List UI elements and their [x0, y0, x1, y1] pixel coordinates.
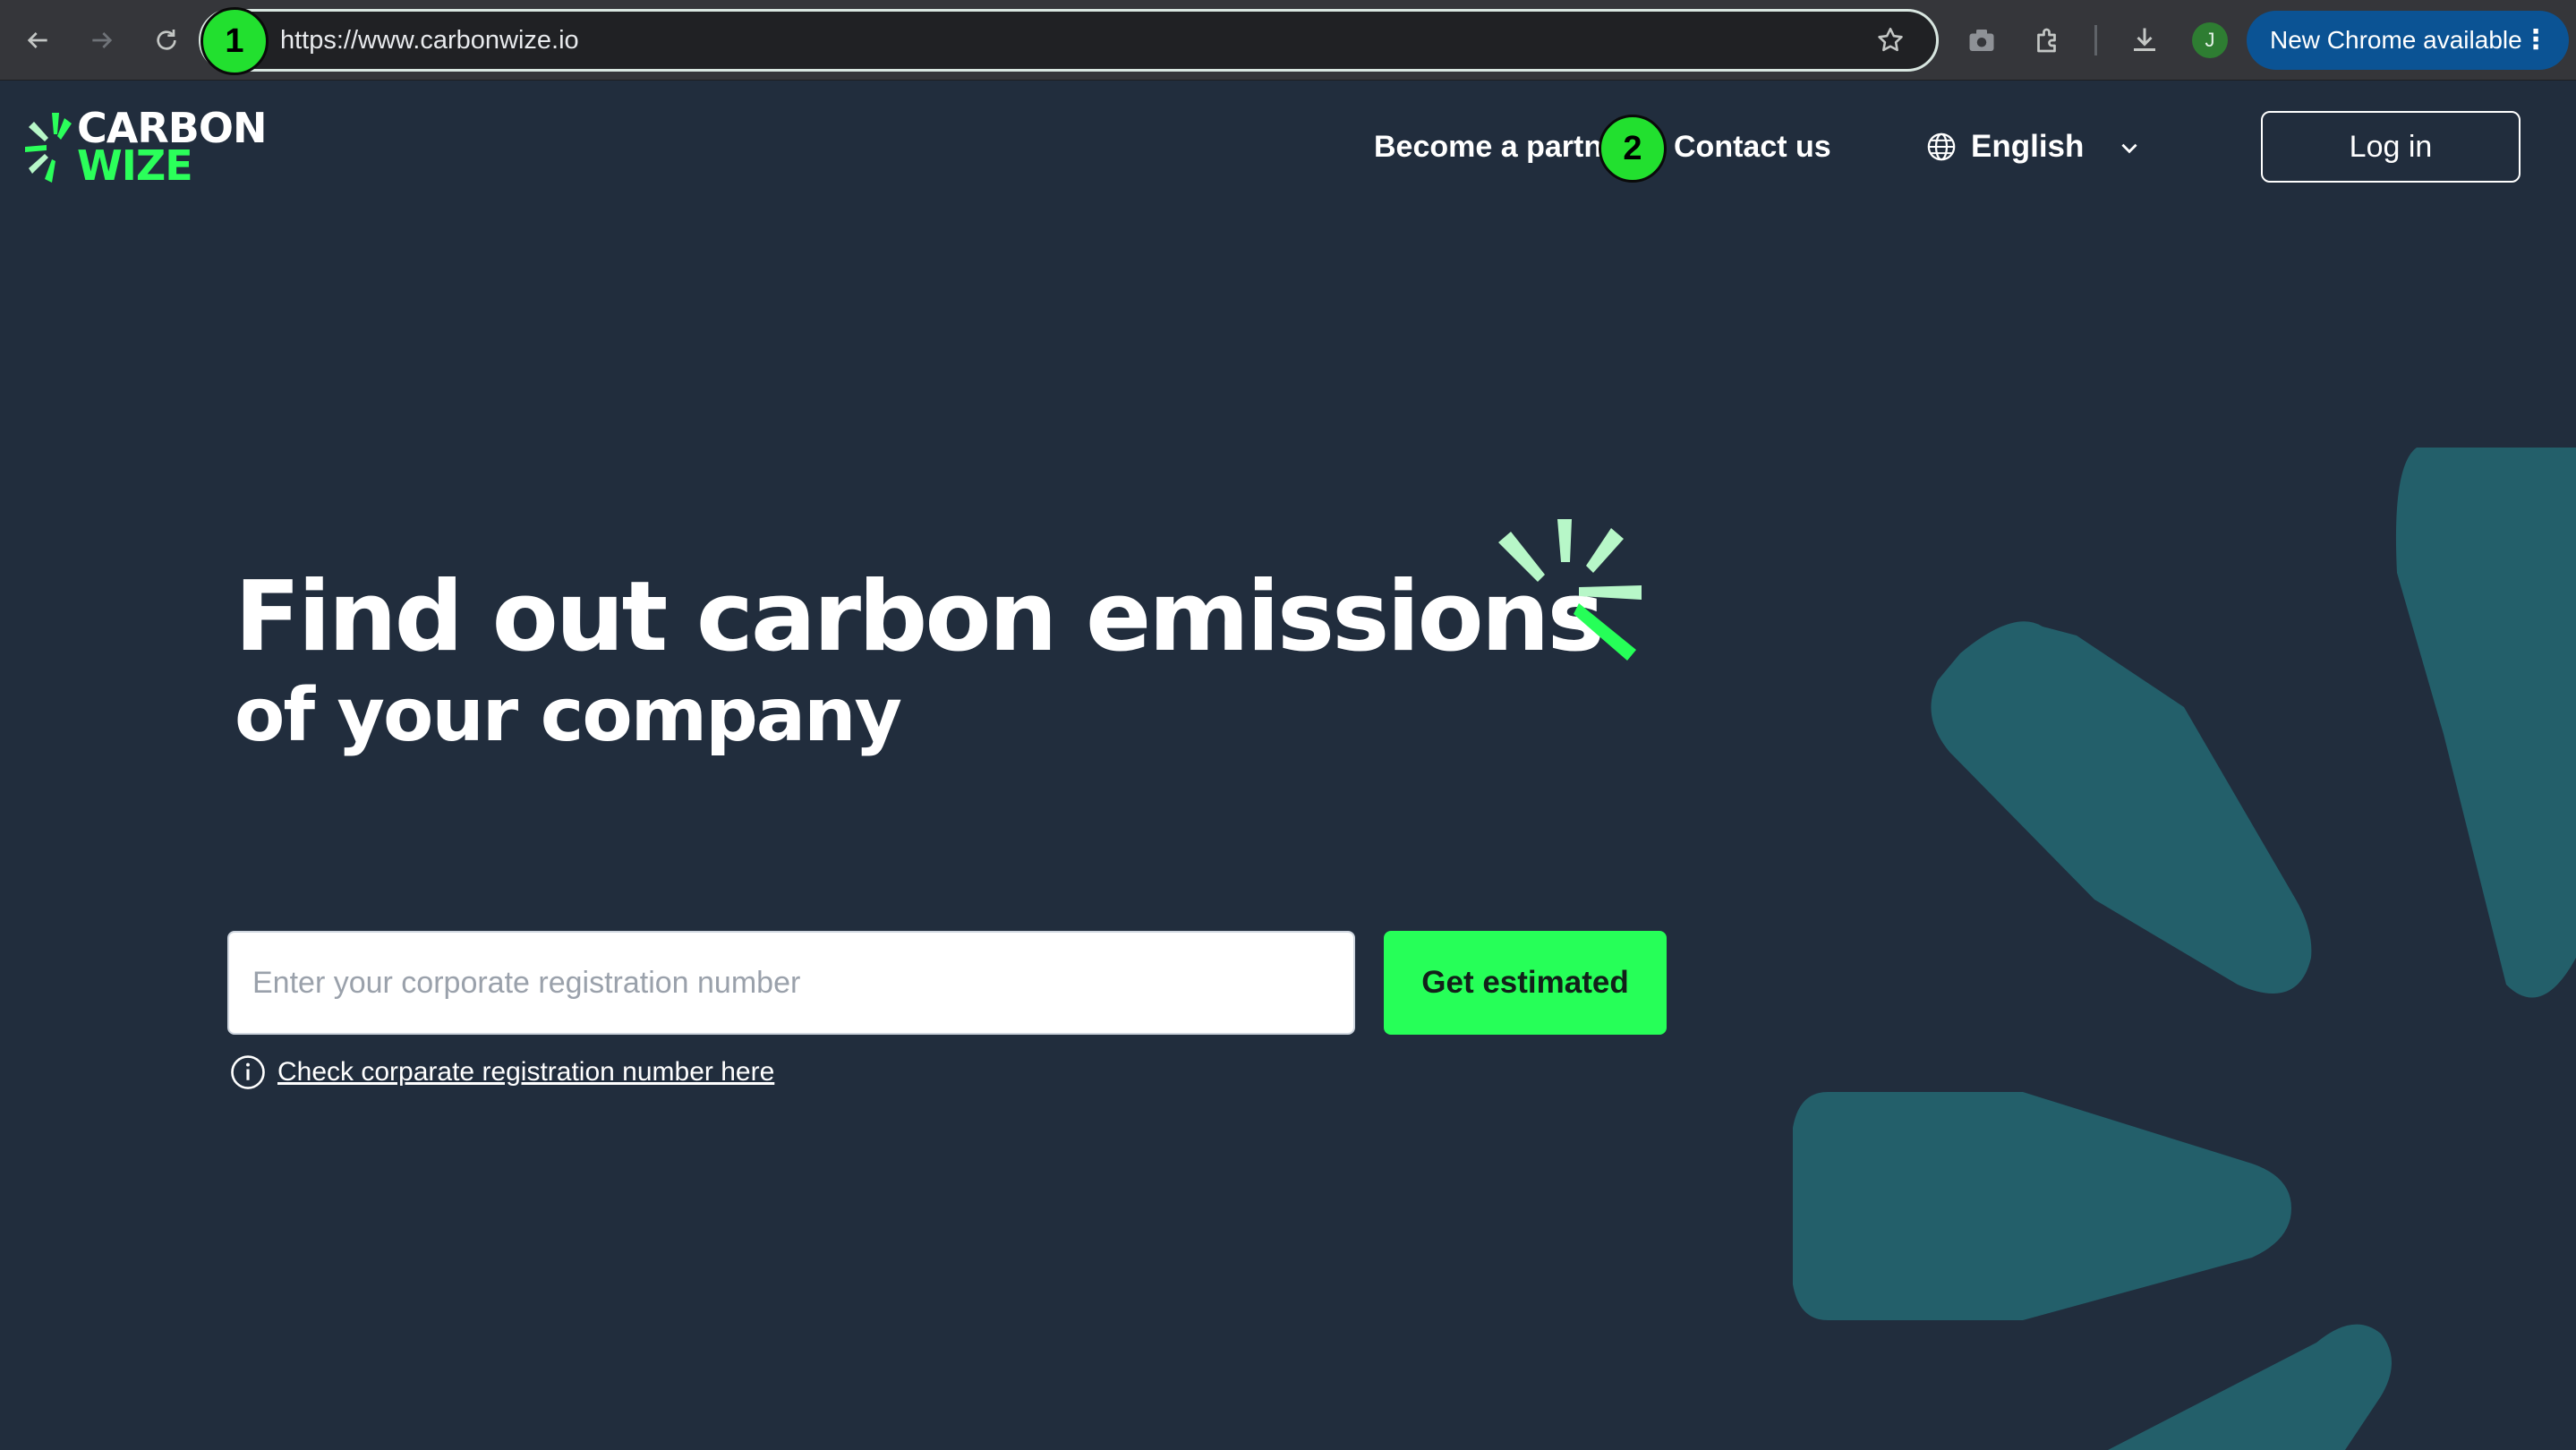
language-label: English [1971, 129, 2085, 164]
annotation-marker-2: 2 [1599, 115, 1667, 183]
arrow-left-icon [27, 32, 47, 48]
browser-toolbar: https://www.carbonwize.io J New Chrome a… [0, 0, 2576, 81]
reload-icon [157, 30, 176, 50]
update-label: New Chrome available [2270, 26, 2522, 54]
hero-title: Find out carbon emissions [235, 561, 1605, 673]
screenshot-button[interactable] [1966, 24, 1998, 56]
decorative-petals [1793, 448, 2576, 1450]
address-bar[interactable]: https://www.carbonwize.io [199, 9, 1939, 72]
reload-button[interactable] [149, 22, 184, 58]
bookmark-star-icon[interactable] [1875, 25, 1906, 55]
info-icon [231, 1055, 265, 1089]
menu-dots-icon[interactable]: ⋮ [2522, 11, 2549, 70]
profile-avatar[interactable]: J [2192, 22, 2228, 58]
nav-become-partner[interactable]: Become a partner [1374, 127, 1631, 166]
get-estimated-button[interactable]: Get estimated [1384, 931, 1667, 1035]
forward-button[interactable] [84, 22, 120, 58]
hero-subtitle: of your company [235, 673, 902, 758]
carbonwize-logo[interactable]: CARBON WIZE [25, 107, 276, 188]
nav-contact-us[interactable]: Contact us [1674, 127, 1831, 166]
burst-decoration-icon [1498, 519, 1642, 661]
annotation-marker-1: 1 [200, 7, 269, 75]
chrome-update-button[interactable]: New Chrome available ⋮ [2247, 11, 2569, 70]
check-registration-link[interactable]: Check corparate registration number here [277, 1053, 774, 1092]
logo-burst-icon [25, 113, 72, 183]
login-button[interactable]: Log in [2261, 111, 2521, 183]
url-text[interactable]: https://www.carbonwize.io [280, 12, 579, 69]
globe-icon [1927, 132, 1956, 161]
puzzle-icon [2037, 28, 2056, 53]
arrow-right-icon [92, 32, 113, 48]
chevron-down-icon [2121, 143, 2137, 154]
download-icon [2134, 28, 2155, 51]
toolbar-divider [2094, 25, 2097, 55]
registration-number-input[interactable] [227, 931, 1355, 1035]
logo-line-2: WIZE [77, 141, 193, 190]
extensions-button[interactable] [2032, 24, 2064, 56]
downloads-button[interactable] [2128, 24, 2161, 56]
back-button[interactable] [20, 22, 55, 58]
camera-icon [1969, 30, 1994, 51]
